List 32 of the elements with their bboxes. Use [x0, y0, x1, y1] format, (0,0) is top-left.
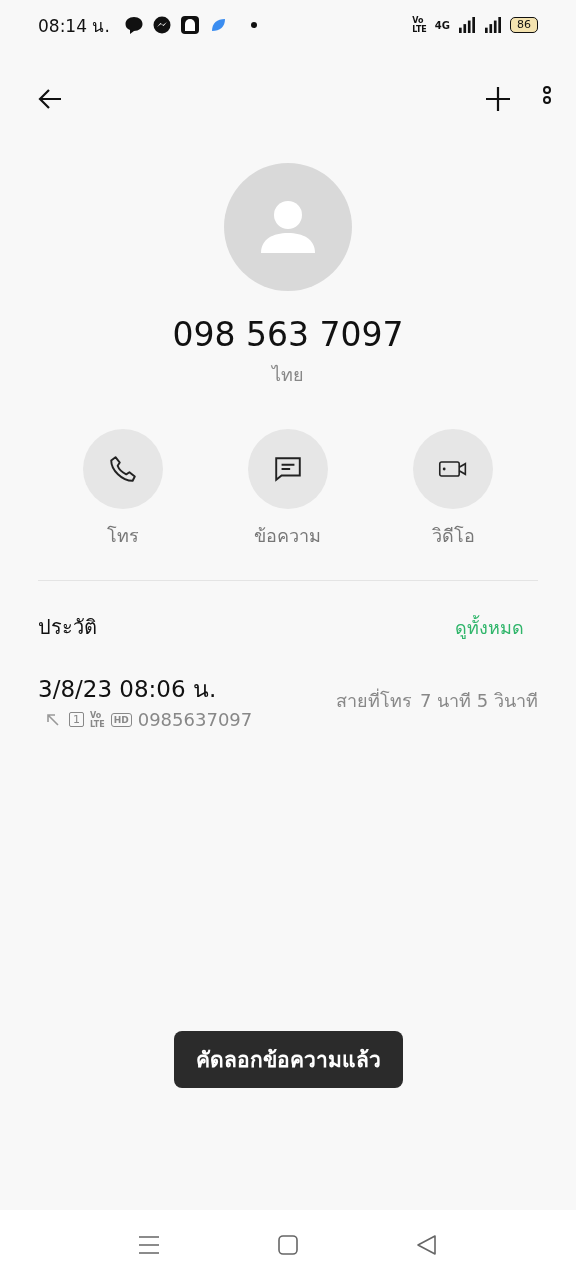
call-datetime: 3/8/23 08:06 น.	[38, 675, 218, 704]
volte-indicator: Vo LTE	[90, 710, 105, 729]
call-number: 0985637097	[137, 709, 253, 730]
add-icon[interactable]	[484, 85, 512, 113]
home-button-icon[interactable]	[276, 1233, 300, 1257]
network-type: 4G	[434, 19, 450, 31]
status-time: 08:14 น.	[38, 14, 110, 38]
hd-indicator: HD	[110, 712, 132, 727]
outgoing-arrow-icon	[46, 712, 60, 727]
section-title: ประวัติ	[38, 614, 97, 641]
action-label: วิดีโอ	[431, 524, 475, 548]
call-type: สายที่โทร	[335, 687, 412, 713]
sim-indicator: 1	[69, 712, 84, 727]
message-icon	[273, 454, 303, 484]
action-label: ข้อความ	[254, 524, 322, 548]
ghost-app-icon	[179, 15, 200, 35]
messenger-icon	[151, 15, 172, 35]
location-label: ไทย	[272, 363, 304, 387]
signal-icon	[484, 17, 502, 33]
chat-bubble-icon	[123, 15, 144, 35]
volte-indicator: Vo LTE	[412, 16, 427, 34]
phone-number: 098 563 7097	[172, 315, 404, 354]
notification-dot-icon	[249, 21, 258, 29]
phone-icon	[107, 454, 138, 484]
battery-indicator: 86	[510, 17, 538, 33]
action-label: โทร	[106, 524, 139, 548]
see-all-link[interactable]: ดูทั้งหมด	[455, 612, 524, 642]
signal-icon	[458, 17, 476, 33]
back-triangle-icon[interactable]	[415, 1233, 439, 1257]
toast-message: คัดลอกข้อความแล้ว	[173, 1031, 403, 1088]
menu-icon[interactable]	[137, 1233, 161, 1257]
call-duration: 7 นาที 5 วินาที	[419, 689, 538, 713]
